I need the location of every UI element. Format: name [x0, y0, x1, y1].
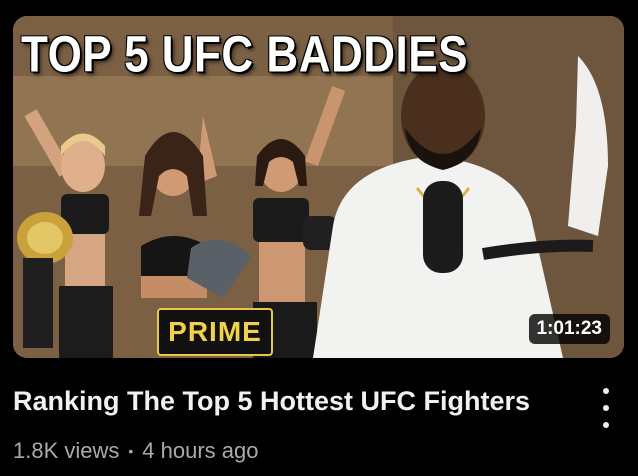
menu-dot [603, 422, 609, 428]
meta-separator: • [128, 443, 134, 459]
duration-badge: 1:01:23 [528, 314, 610, 344]
video-title[interactable]: Ranking The Top 5 Hottest UFC Fighters [13, 384, 573, 418]
menu-dot [603, 405, 609, 411]
video-thumbnail[interactable]: TOP 5 UFC BADDIES PRIME 1:01:23 [13, 16, 624, 358]
prime-logo-text: PRIME [168, 316, 262, 347]
video-metadata: 1.8K views • 4 hours ago [13, 436, 259, 466]
video-card[interactable]: TOP 5 UFC BADDIES PRIME 1:01:23 Ranking … [0, 0, 638, 476]
upload-age: 4 hours ago [142, 438, 259, 463]
more-vert-icon[interactable] [592, 388, 620, 428]
view-count: 1.8K views [13, 438, 120, 463]
thumbnail-title-text: TOP 5 UFC BADDIES [21, 26, 468, 83]
prime-logo: PRIME [157, 308, 273, 356]
menu-dot [603, 388, 609, 394]
